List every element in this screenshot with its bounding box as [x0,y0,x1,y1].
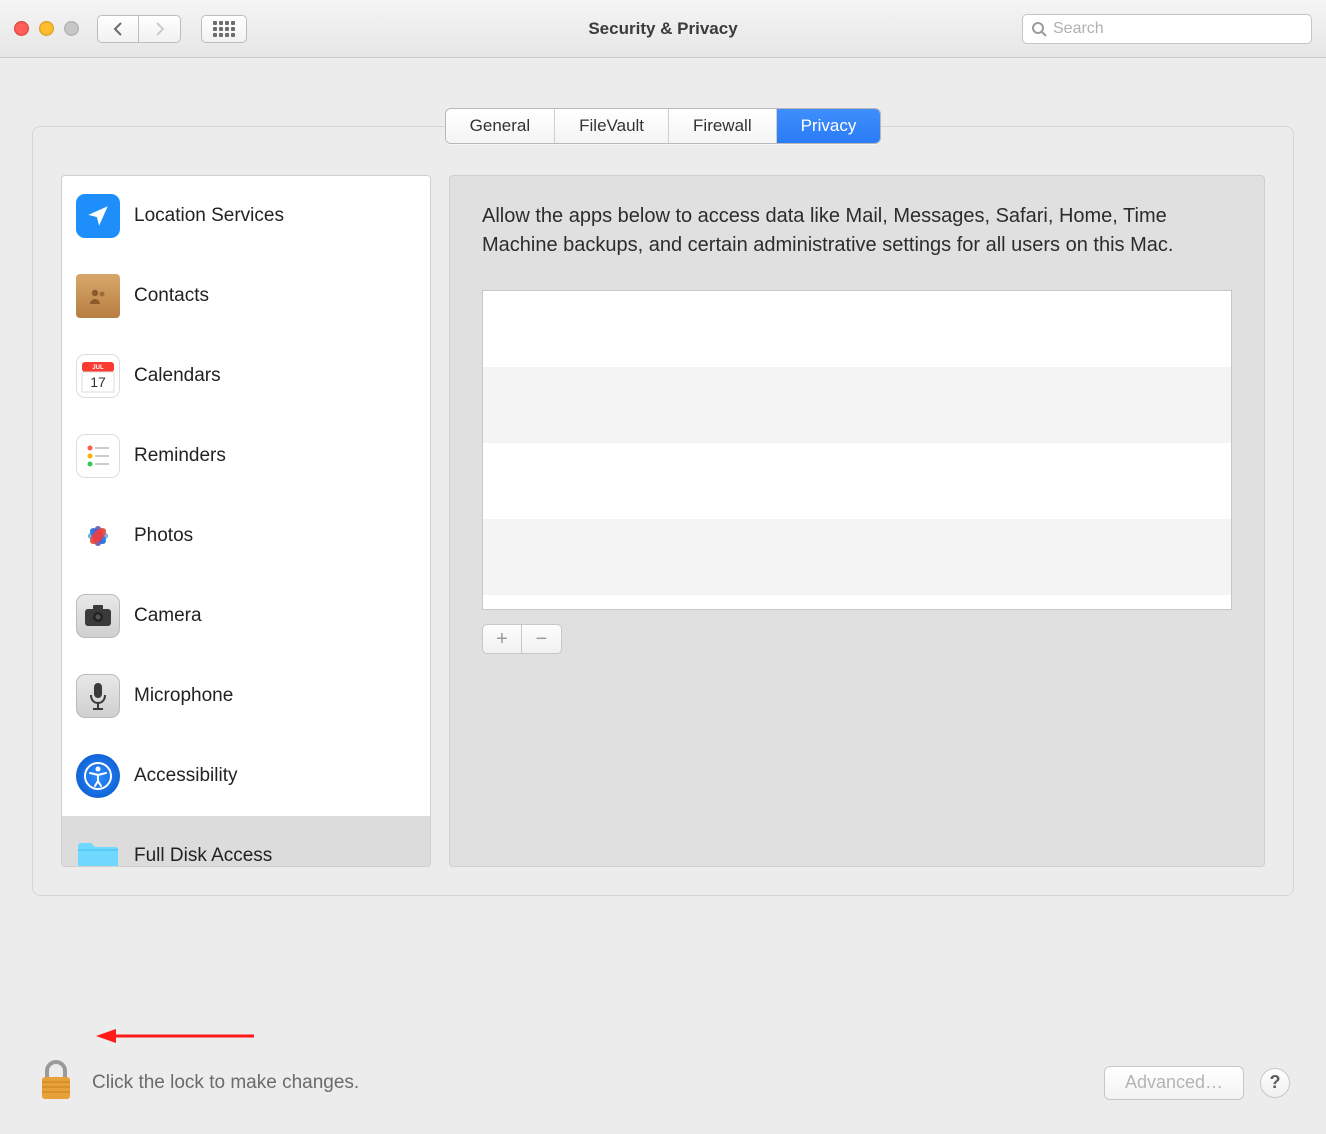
contacts-icon [76,274,120,318]
search-icon [1031,21,1047,37]
folder-icon [76,834,120,867]
advanced-button: Advanced… [1104,1066,1244,1100]
list-row [483,519,1231,595]
list-row [483,443,1231,519]
footer: Click the lock to make changes. Advanced… [36,1059,1290,1106]
lock-button[interactable] [36,1059,76,1106]
camera-icon [76,594,120,638]
list-row [483,291,1231,367]
svg-text:17: 17 [90,374,106,390]
tab-privacy[interactable]: Privacy [777,109,881,143]
lock-hint-text: Click the lock to make changes. [92,1072,359,1094]
sidebar-item-label: Reminders [134,445,226,467]
main-panel: Location Services Contacts JUL 17 Calenda… [32,126,1294,896]
search-field[interactable] [1022,14,1312,44]
sidebar-item-label: Full Disk Access [134,845,272,867]
sidebar-item-contacts[interactable]: Contacts [62,256,430,336]
minimize-window-button[interactable] [39,21,54,36]
sidebar-item-reminders[interactable]: Reminders [62,416,430,496]
sidebar-item-calendars[interactable]: JUL 17 Calendars [62,336,430,416]
titlebar: Security & Privacy [0,0,1326,58]
add-remove-buttons: + − [482,624,1232,654]
list-row [483,367,1231,443]
tab-firewall[interactable]: Firewall [669,109,777,143]
nav-buttons [97,15,181,43]
location-icon [76,194,120,238]
sidebar-item-label: Accessibility [134,765,237,787]
sidebar-item-accessibility[interactable]: Accessibility [62,736,430,816]
sidebar-item-camera[interactable]: Camera [62,576,430,656]
grid-icon [213,21,235,37]
sidebar-item-label: Calendars [134,365,221,387]
back-button[interactable] [97,15,139,43]
sidebar-item-label: Camera [134,605,202,627]
svg-text:JUL: JUL [92,365,104,371]
sidebar-item-location-services[interactable]: Location Services [62,176,430,256]
help-button[interactable]: ? [1260,1068,1290,1098]
reminders-icon [76,434,120,478]
sidebar-item-photos[interactable]: Photos [62,496,430,576]
app-access-list[interactable] [482,290,1232,610]
forward-button [139,15,181,43]
sidebar-item-label: Contacts [134,285,209,307]
tab-general[interactable]: General [446,109,555,143]
description-text: Allow the apps below to access data like… [482,202,1232,260]
tab-filevault[interactable]: FileVault [555,109,669,143]
sidebar-item-microphone[interactable]: Microphone [62,656,430,736]
close-window-button[interactable] [14,21,29,36]
microphone-icon [76,674,120,718]
show-all-prefs-button[interactable] [201,15,247,43]
privacy-category-sidebar[interactable]: Location Services Contacts JUL 17 Calenda… [61,175,431,867]
sidebar-item-label: Location Services [134,205,284,227]
lock-icon [36,1059,76,1103]
traffic-lights [14,21,79,36]
remove-button: − [522,624,562,654]
photos-icon [76,514,120,558]
tab-bar: General FileVault Firewall Privacy [0,108,1326,144]
content-pane: Allow the apps below to access data like… [449,175,1265,867]
sidebar-item-label: Microphone [134,685,233,707]
sidebar-item-label: Photos [134,525,193,547]
add-button: + [482,624,522,654]
maximize-window-button [64,21,79,36]
search-input[interactable] [1053,20,1303,38]
annotation-arrow [96,1027,256,1045]
sidebar-item-full-disk-access[interactable]: Full Disk Access [62,816,430,867]
accessibility-icon [76,754,120,798]
calendar-icon: JUL 17 [76,354,120,398]
